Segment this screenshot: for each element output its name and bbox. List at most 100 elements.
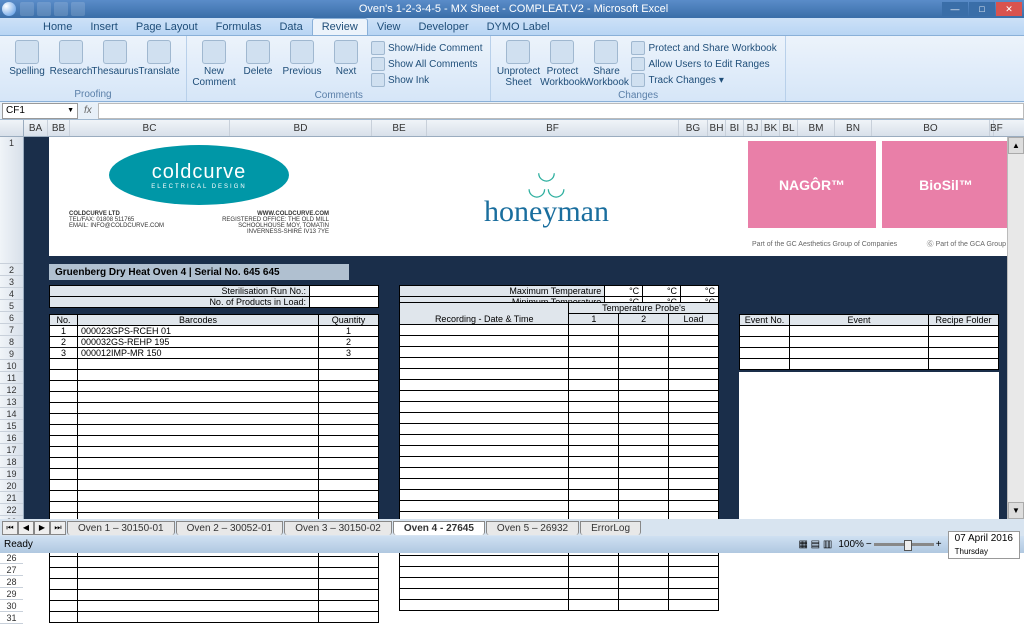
- row-header-22[interactable]: 22: [0, 504, 23, 516]
- show-ink-button[interactable]: Show Ink: [369, 72, 484, 88]
- sheet-tab[interactable]: Oven 5 – 26932: [486, 521, 579, 535]
- row-header-1[interactable]: 1: [0, 137, 23, 264]
- row-header-11[interactable]: 11: [0, 372, 23, 384]
- tab-insert[interactable]: Insert: [81, 19, 127, 35]
- row-header-29[interactable]: 29: [0, 588, 23, 600]
- col-header-BO[interactable]: BO: [872, 120, 990, 136]
- tab-developer[interactable]: Developer: [409, 19, 477, 35]
- row-header-30[interactable]: 30: [0, 600, 23, 612]
- row-header-5[interactable]: 5: [0, 300, 23, 312]
- col-header-BN[interactable]: BN: [835, 120, 872, 136]
- left-info-box: Sterilisation Run No.: No. of Products i…: [49, 285, 379, 308]
- worksheet[interactable]: coldcurveELECTRICAL DESIGN COLDCURVE LTD…: [24, 137, 1024, 519]
- row-header-10[interactable]: 10: [0, 360, 23, 372]
- translate-button[interactable]: Translate: [138, 38, 180, 79]
- col-header-BK[interactable]: BK: [762, 120, 780, 136]
- track-changes-button[interactable]: Track Changes ▾: [629, 72, 778, 88]
- row-header-17[interactable]: 17: [0, 444, 23, 456]
- next-comment-button[interactable]: Next: [325, 38, 367, 90]
- row-header-14[interactable]: 14: [0, 408, 23, 420]
- row-header-7[interactable]: 7: [0, 324, 23, 336]
- vertical-scrollbar[interactable]: ▲▼: [1007, 137, 1024, 519]
- row-header-9[interactable]: 9: [0, 348, 23, 360]
- row-header-8[interactable]: 8: [0, 336, 23, 348]
- col-header-BJ[interactable]: BJ: [744, 120, 762, 136]
- sheet-tab[interactable]: Oven 3 – 30150-02: [284, 521, 392, 535]
- research-button[interactable]: Research: [50, 38, 92, 79]
- col-header-BG[interactable]: BG: [679, 120, 708, 136]
- minimize-button[interactable]: —: [942, 2, 968, 16]
- sheet-tab[interactable]: Oven 4 - 27645: [393, 521, 485, 535]
- col-header-BM[interactable]: BM: [798, 120, 835, 136]
- group-comments-label: Comments: [193, 90, 484, 102]
- show-all-comments-button[interactable]: Show All Comments: [369, 56, 484, 72]
- thesaurus-icon: [103, 40, 127, 64]
- coldcurve-logo: coldcurveELECTRICAL DESIGN COLDCURVE LTD…: [49, 137, 349, 256]
- thesaurus-button[interactable]: Thesaurus: [94, 38, 136, 79]
- fx-label[interactable]: fx: [84, 105, 92, 116]
- sheet-tab[interactable]: ErrorLog: [580, 521, 641, 535]
- share-workbook-button[interactable]: Share Workbook: [585, 38, 627, 90]
- col-header-BI[interactable]: BI: [726, 120, 744, 136]
- tab-view[interactable]: View: [368, 19, 410, 35]
- row-header-26[interactable]: 26: [0, 552, 23, 564]
- view-buttons[interactable]: ▦ ▤ ▥: [798, 539, 832, 550]
- tab-review[interactable]: Review: [312, 18, 368, 35]
- previous-comment-button[interactable]: Previous: [281, 38, 323, 90]
- spelling-button[interactable]: Spelling: [6, 38, 48, 79]
- col-header-BL[interactable]: BL: [780, 120, 798, 136]
- select-all-corner[interactable]: [0, 120, 24, 136]
- maximize-button[interactable]: □: [969, 2, 995, 16]
- sheet-tab[interactable]: Oven 2 – 30052-01: [176, 521, 284, 535]
- protect-workbook-button[interactable]: Protect Workbook: [541, 38, 583, 90]
- formula-input[interactable]: [98, 103, 1024, 119]
- row-header-16[interactable]: 16: [0, 432, 23, 444]
- row-header-4[interactable]: 4: [0, 288, 23, 300]
- col-header-BC[interactable]: BC: [70, 120, 230, 136]
- sheet-nav-buttons[interactable]: ⏮◀▶⏭: [2, 521, 66, 535]
- col-header-BF[interactable]: BF: [990, 120, 994, 136]
- row-header-31[interactable]: 31: [0, 612, 23, 624]
- row-header-18[interactable]: 18: [0, 456, 23, 468]
- translate-icon: [147, 40, 171, 64]
- col-header-BD[interactable]: BD: [230, 120, 372, 136]
- row-header-27[interactable]: 27: [0, 564, 23, 576]
- protect-share-button[interactable]: Protect and Share Workbook: [629, 40, 778, 56]
- row-header-21[interactable]: 21: [0, 492, 23, 504]
- title-bar: Oven's 1-2-3-4-5 - MX Sheet - COMPLEAT.V…: [0, 0, 1024, 18]
- office-orb[interactable]: [2, 2, 16, 16]
- col-header-BB[interactable]: BB: [48, 120, 70, 136]
- tab-home[interactable]: Home: [34, 19, 81, 35]
- column-headers: BABBBCBDBEBFBGBHBIBJBKBLBMBNBOBF: [0, 120, 1024, 137]
- row-header-13[interactable]: 13: [0, 396, 23, 408]
- quick-access-toolbar[interactable]: [20, 2, 85, 16]
- tab-data[interactable]: Data: [270, 19, 311, 35]
- row-header-20[interactable]: 20: [0, 480, 23, 492]
- row-header-28[interactable]: 28: [0, 576, 23, 588]
- row-header-15[interactable]: 15: [0, 420, 23, 432]
- close-button[interactable]: ✕: [996, 2, 1022, 16]
- sheet-tab[interactable]: Oven 1 – 30150-01: [67, 521, 175, 535]
- allow-edit-ranges-button[interactable]: Allow Users to Edit Ranges: [629, 56, 778, 72]
- new-comment-button[interactable]: New Comment: [193, 38, 235, 90]
- name-box[interactable]: CF1▼: [2, 103, 78, 119]
- zoom-control[interactable]: 100% −+: [838, 539, 941, 550]
- tab-dymo[interactable]: DYMO Label: [478, 19, 559, 35]
- tab-formulas[interactable]: Formulas: [207, 19, 271, 35]
- unprotect-sheet-button[interactable]: Unprotect Sheet: [497, 38, 539, 90]
- col-header-BH[interactable]: BH: [708, 120, 726, 136]
- show-hide-comment-button[interactable]: Show/Hide Comment: [369, 40, 484, 56]
- tab-page-layout[interactable]: Page Layout: [127, 19, 207, 35]
- honeyman-logo: ◡◡◡honeyman: [349, 137, 744, 256]
- row-header-6[interactable]: 6: [0, 312, 23, 324]
- row-header-3[interactable]: 3: [0, 276, 23, 288]
- row-header-12[interactable]: 12: [0, 384, 23, 396]
- row-header-19[interactable]: 19: [0, 468, 23, 480]
- row-header-2[interactable]: 2: [0, 264, 23, 276]
- research-icon: [59, 40, 83, 64]
- delete-comment-button[interactable]: Delete: [237, 38, 279, 90]
- col-header-BF[interactable]: BF: [427, 120, 679, 136]
- col-header-BE[interactable]: BE: [372, 120, 427, 136]
- col-header-BA[interactable]: BA: [24, 120, 48, 136]
- table-row: 1000023GPS-RCEH 011: [50, 326, 379, 337]
